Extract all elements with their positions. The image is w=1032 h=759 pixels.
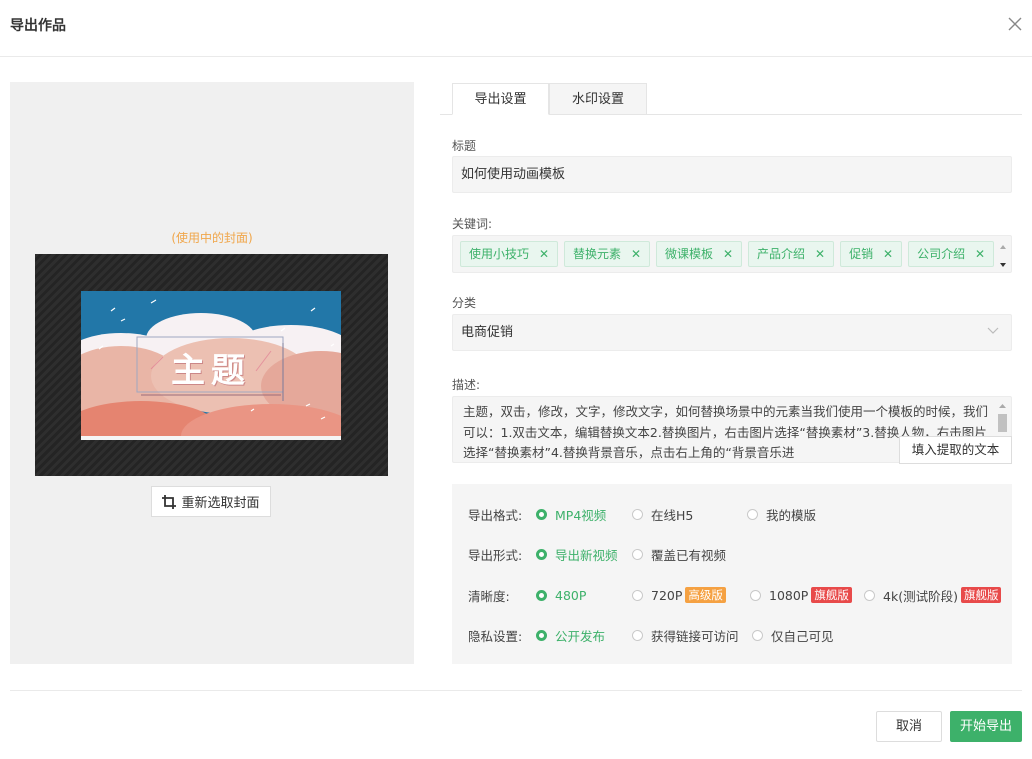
remove-tag-icon[interactable]: ✕ <box>539 242 549 266</box>
radio-label: MP4视频 <box>555 507 607 523</box>
title-label: 标题 <box>452 139 477 153</box>
radio-new-video[interactable]: 导出新视频 <box>536 544 618 564</box>
radio-private[interactable]: 仅自己可见 <box>752 625 834 645</box>
chevron-down-icon <box>987 327 999 334</box>
export-format-label: 导出格式: <box>468 508 523 523</box>
category-select[interactable]: 电商促销 <box>452 314 1012 351</box>
radio-720p[interactable]: 720P 高级版 <box>632 585 726 605</box>
radio-label: 获得链接可访问 <box>651 628 739 644</box>
keyword-text: 替换元素 <box>573 247 622 261</box>
radio-mp4[interactable]: MP4视频 <box>536 504 606 524</box>
resolution-row: 清晰度: 480P 720P 高级版 1080P 旗舰版 4k(测试阶段) 旗舰版 <box>452 585 1012 605</box>
keyword-tag: 微课模板 ✕ <box>656 241 743 267</box>
radio-label: 我的模版 <box>766 507 817 523</box>
radio-h5[interactable]: 在线H5 <box>632 504 693 524</box>
radio-480p[interactable]: 480P <box>536 585 586 605</box>
description-label: 描述: <box>452 378 481 392</box>
tab-export-settings[interactable]: 导出设置 <box>452 83 549 115</box>
radio-label: 公开发布 <box>555 628 606 644</box>
radio-label: 仅自己可见 <box>771 628 834 644</box>
export-format-row: 导出格式: MP4视频 在线H5 我的模版 <box>452 504 1012 524</box>
keyword-text: 公司介绍 <box>917 247 966 261</box>
export-mode-label: 导出形式: <box>468 548 523 563</box>
radio-public[interactable]: 公开发布 <box>536 625 605 645</box>
export-options-panel: 导出格式: MP4视频 在线H5 我的模版 导出形式: 导出新视频 覆盖已有视频… <box>452 484 1012 664</box>
crop-icon <box>162 494 177 509</box>
radio-link-access[interactable]: 获得链接可访问 <box>632 625 739 645</box>
tab-watermark-settings[interactable]: 水印设置 <box>549 83 647 115</box>
keyword-text: 使用小技巧 <box>469 247 530 261</box>
keyword-text: 微课模板 <box>665 247 714 261</box>
title-input[interactable]: 如何使用动画模板 <box>452 156 1012 193</box>
dialog-header: 导出作品 <box>0 0 1032 57</box>
keywords-label: 关键词: <box>452 217 493 231</box>
cover-preview-panel: (使用中的封面) 主题 重新选取封面 <box>10 82 414 664</box>
remove-tag-icon[interactable]: ✕ <box>975 242 985 266</box>
keyword-tag: 促销 ✕ <box>840 241 903 267</box>
remove-tag-icon[interactable]: ✕ <box>723 242 733 266</box>
radio-label: 480P <box>555 587 587 603</box>
radio-1080p[interactable]: 1080P 旗舰版 <box>750 585 852 605</box>
footer-divider <box>10 690 1022 691</box>
radio-overwrite-video[interactable]: 覆盖已有视频 <box>632 544 726 564</box>
radio-label: 4k(测试阶段) <box>883 588 958 604</box>
flagship-badge: 旗舰版 <box>811 587 852 603</box>
resolution-label: 清晰度: <box>468 589 510 604</box>
radio-my-template[interactable]: 我的模版 <box>747 504 816 524</box>
keyword-tag: 使用小技巧 ✕ <box>460 241 559 267</box>
remove-tag-icon[interactable]: ✕ <box>631 242 641 266</box>
cover-image: 主题 <box>81 291 341 440</box>
start-export-button[interactable]: 开始导出 <box>950 711 1022 742</box>
keywords-scrollbar[interactable] <box>997 240 1009 270</box>
settings-tabs: 导出设置 水印设置 <box>440 83 1022 115</box>
keyword-tag: 公司介绍 ✕ <box>908 241 995 267</box>
radio-4k[interactable]: 4k(测试阶段) 旗舰版 <box>864 585 1002 605</box>
cover-frame: 主题 <box>35 254 388 476</box>
recrop-cover-button[interactable]: 重新选取封面 <box>151 486 271 517</box>
recrop-label: 重新选取封面 <box>181 496 260 511</box>
export-mode-row: 导出形式: 导出新视频 覆盖已有视频 <box>452 544 1012 564</box>
remove-tag-icon[interactable]: ✕ <box>883 242 893 266</box>
dialog-title: 导出作品 <box>10 18 66 34</box>
category-value: 电商促销 <box>461 325 514 340</box>
cover-title-text: 主题 <box>171 351 251 391</box>
cancel-button[interactable]: 取消 <box>876 711 942 742</box>
keyword-tag: 替换元素 ✕ <box>564 241 651 267</box>
privacy-label: 隐私设置: <box>468 629 523 644</box>
radio-label: 1080P <box>769 587 809 603</box>
close-icon[interactable] <box>1006 15 1024 33</box>
keywords-input[interactable]: 使用小技巧 ✕ 替换元素 ✕ 微课模板 ✕ 产品介绍 ✕ 促销 ✕ 公司介绍 ✕ <box>452 235 1012 273</box>
export-dialog: 导出作品 (使用中的封面) 主题 重新选取封面 导出设置 水印设置 标题 如何使… <box>0 0 1032 759</box>
radio-label: 导出新视频 <box>555 547 618 563</box>
category-label: 分类 <box>452 296 477 310</box>
keyword-tag: 产品介绍 ✕ <box>748 241 835 267</box>
keyword-text: 促销 <box>849 247 874 261</box>
privacy-row: 隐私设置: 公开发布 获得链接可访问 仅自己可见 <box>452 625 1012 645</box>
radio-label: 在线H5 <box>651 507 694 523</box>
flagship-badge: 旗舰版 <box>960 587 1002 603</box>
keyword-text: 产品介绍 <box>757 247 806 261</box>
radio-label: 720P <box>651 587 683 603</box>
fill-extracted-text-button[interactable]: 填入提取的文本 <box>899 436 1012 464</box>
cover-caption: (使用中的封面) <box>171 231 253 245</box>
pro-badge: 高级版 <box>685 587 726 603</box>
remove-tag-icon[interactable]: ✕ <box>815 242 825 266</box>
radio-label: 覆盖已有视频 <box>651 547 727 563</box>
